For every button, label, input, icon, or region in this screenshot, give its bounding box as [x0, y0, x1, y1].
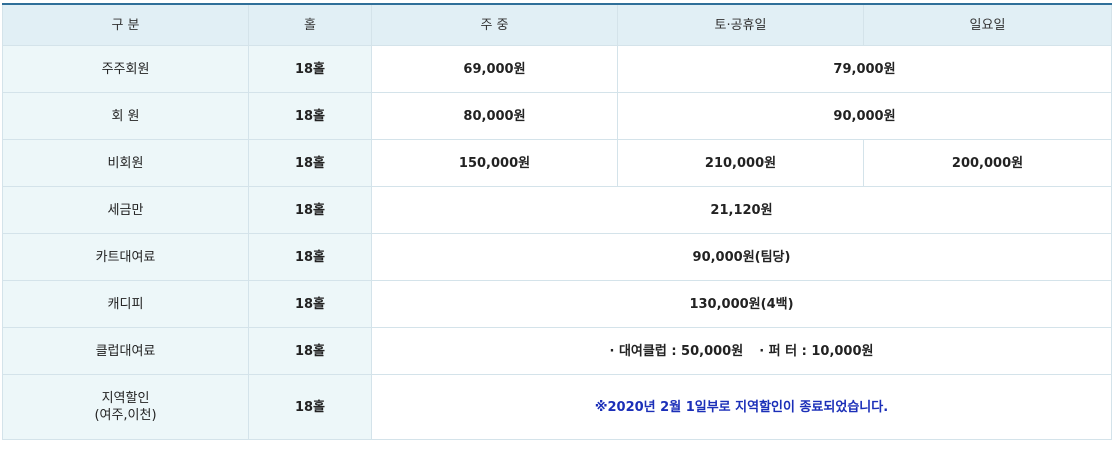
row-holes: 18홀 [248, 374, 372, 440]
header-weekday: 주 중 [371, 3, 618, 46]
putter-rental-value: · 퍼 터 : 10,000원 [759, 343, 874, 359]
header-saturday-holiday: 토·공휴일 [617, 3, 864, 46]
table-row: 주주회원 18홀 69,000원 79,000원 [2, 45, 1112, 93]
header-category: 구 분 [2, 3, 249, 46]
green-fee-table: 구 분 홀 주 중 토·공휴일 일요일 주주회원 18홀 69,000원 79,… [2, 3, 1112, 440]
row-holes: 18홀 [248, 233, 372, 281]
table-row: 캐디피 18홀 130,000원(4백) [2, 280, 1112, 328]
row-holes: 18홀 [248, 45, 372, 93]
header-holes: 홀 [248, 3, 372, 46]
row-holes: 18홀 [248, 139, 372, 187]
table-row: 지역할인 (여주,이천) 18홀 ※2020년 2월 1일부로 지역할인이 종료… [2, 374, 1112, 440]
weekend-price: 90,000원 [617, 92, 1112, 140]
weekday-price: 80,000원 [371, 92, 618, 140]
cart-fee: 90,000원(팀당) [371, 233, 1112, 281]
tax-price: 21,120원 [371, 186, 1112, 234]
sunday-price: 200,000원 [863, 139, 1112, 187]
weekend-price: 79,000원 [617, 45, 1112, 93]
header-sunday: 일요일 [863, 3, 1112, 46]
row-holes: 18홀 [248, 327, 372, 375]
row-label: 비회원 [2, 139, 249, 187]
row-label: 클럽대여료 [2, 327, 249, 375]
weekday-price: 69,000원 [371, 45, 618, 93]
row-label: 캐디피 [2, 280, 249, 328]
row-label: 세금만 [2, 186, 249, 234]
caddie-fee: 130,000원(4백) [371, 280, 1112, 328]
table-row: 회 원 18홀 80,000원 90,000원 [2, 92, 1112, 140]
club-rental-fee: · 대여클럽 : 50,000원 · 퍼 터 : 10,000원 [371, 327, 1112, 375]
row-holes: 18홀 [248, 92, 372, 140]
row-label: 주주회원 [2, 45, 249, 93]
row-label: 회 원 [2, 92, 249, 140]
saturday-holiday-price: 210,000원 [617, 139, 864, 187]
table-row: 세금만 18홀 21,120원 [2, 186, 1112, 234]
local-discount-notice: ※2020년 2월 1일부로 지역할인이 종료되었습니다. [594, 399, 889, 415]
weekday-price: 150,000원 [371, 139, 618, 187]
table-row: 카트대여료 18홀 90,000원(팀당) [2, 233, 1112, 281]
row-holes: 18홀 [248, 280, 372, 328]
row-holes: 18홀 [248, 186, 372, 234]
table-row: 클럽대여료 18홀 · 대여클럽 : 50,000원 · 퍼 터 : 10,000… [2, 327, 1112, 375]
club-rental-value: · 대여클럽 : 50,000원 [609, 343, 744, 359]
row-label-line1: 지역할인 [101, 391, 150, 406]
row-label: 지역할인 (여주,이천) [2, 374, 249, 440]
row-label-line2: (여주,이천) [94, 408, 157, 423]
row-label: 카트대여료 [2, 233, 249, 281]
table-header-row: 구 분 홀 주 중 토·공휴일 일요일 [2, 3, 1112, 46]
local-discount-notice-cell: ※2020년 2월 1일부로 지역할인이 종료되었습니다. [371, 374, 1112, 440]
table-row: 비회원 18홀 150,000원 210,000원 200,000원 [2, 139, 1112, 187]
